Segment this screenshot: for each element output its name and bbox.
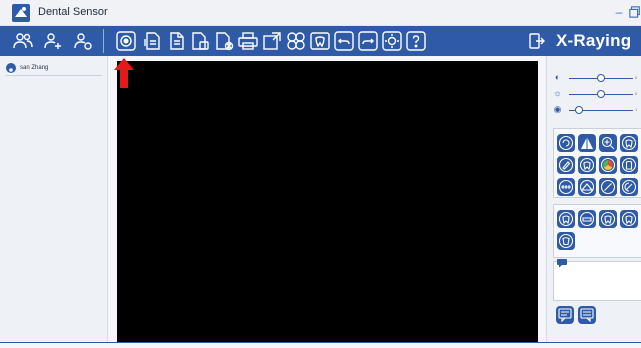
comment-box[interactable] bbox=[553, 259, 641, 301]
tooth-outline-icon[interactable] bbox=[620, 156, 638, 174]
fullscreen-icon[interactable] bbox=[261, 30, 283, 52]
copy-image-icon[interactable] bbox=[189, 30, 211, 52]
gamma-slider[interactable]: ◉ 1 bbox=[553, 105, 639, 115]
contrast-slider[interactable]: ◐ 0 bbox=[553, 73, 639, 83]
minimize-button[interactable]: – bbox=[612, 4, 626, 20]
report-icon[interactable] bbox=[578, 306, 596, 324]
tooth-e-icon[interactable] bbox=[557, 232, 575, 250]
user-icon bbox=[6, 62, 16, 74]
patient-item[interactable]: san Zhang bbox=[6, 62, 102, 76]
annotation-arrow-icon bbox=[114, 58, 134, 88]
print-icon[interactable] bbox=[237, 30, 259, 52]
emboss-icon[interactable] bbox=[578, 178, 596, 196]
brightness-value: 0 bbox=[635, 91, 638, 96]
color-icon[interactable] bbox=[599, 156, 617, 174]
tooth-a-icon[interactable] bbox=[557, 210, 575, 228]
export-icon[interactable] bbox=[165, 30, 187, 52]
window-title: Dental Sensor bbox=[38, 6, 108, 18]
contrast-icon: ◐ bbox=[554, 72, 561, 82]
brightness-slider[interactable]: ☼ 0 bbox=[553, 89, 639, 99]
app-logo-icon bbox=[12, 4, 30, 22]
capture-icon[interactable] bbox=[115, 30, 137, 52]
note-icon[interactable] bbox=[556, 306, 574, 324]
tooth-icon[interactable] bbox=[620, 134, 638, 152]
restore-button[interactable] bbox=[628, 4, 641, 20]
rotate-icon[interactable] bbox=[557, 134, 575, 152]
slider-thumb[interactable] bbox=[597, 74, 605, 82]
exit-icon[interactable] bbox=[528, 32, 546, 50]
tooth-d-icon[interactable] bbox=[620, 210, 638, 228]
tooth-b-icon[interactable] bbox=[578, 210, 596, 228]
negative-icon[interactable] bbox=[620, 178, 638, 196]
patient-panel: san Zhang bbox=[0, 56, 108, 342]
user-group-icon[interactable] bbox=[12, 30, 34, 52]
patient-name: san Zhang bbox=[20, 64, 49, 71]
brightness-icon: ☼ bbox=[553, 88, 562, 98]
delete-image-icon[interactable] bbox=[213, 30, 235, 52]
settings-icon[interactable] bbox=[381, 30, 403, 52]
slider-thumb[interactable] bbox=[575, 106, 583, 114]
status-bar bbox=[0, 342, 641, 348]
toolbar-divider bbox=[103, 29, 104, 53]
contrast-value: 0 bbox=[635, 75, 638, 80]
tooth-tool-grid bbox=[553, 204, 641, 258]
gamma-value: 1 bbox=[635, 107, 638, 112]
comment-icon bbox=[557, 259, 567, 268]
gamma-icon: ◉ bbox=[553, 104, 562, 114]
undo-icon[interactable] bbox=[333, 30, 355, 52]
tooth-chart-icon[interactable] bbox=[309, 30, 331, 52]
brand-name: X-Raying bbox=[556, 31, 632, 50]
slider-thumb[interactable] bbox=[597, 90, 605, 98]
adjustment-panel: ◐ 0 ☼ 0 ◉ 1 bbox=[546, 56, 641, 342]
ruler-icon[interactable] bbox=[557, 178, 575, 196]
layout-icon[interactable] bbox=[285, 30, 307, 52]
import-icon[interactable] bbox=[141, 30, 163, 52]
tooth-c-icon[interactable] bbox=[599, 210, 617, 228]
measure-angle-icon[interactable] bbox=[578, 134, 596, 152]
brand: X-Raying bbox=[528, 29, 631, 53]
image-viewer[interactable] bbox=[117, 61, 538, 344]
help-icon[interactable] bbox=[405, 30, 427, 52]
add-patient-icon[interactable] bbox=[42, 30, 64, 52]
tooth-filter-icon[interactable] bbox=[578, 156, 596, 174]
image-tool-grid bbox=[553, 128, 641, 198]
main-toolbar: X-Raying bbox=[0, 26, 641, 56]
edit-patient-icon[interactable] bbox=[72, 30, 94, 52]
dental-sensor-window: Dental Sensor – X-Raying san Zhang ◐ 0 ☼… bbox=[0, 0, 641, 348]
zoom-icon[interactable] bbox=[599, 134, 617, 152]
redo-icon[interactable] bbox=[357, 30, 379, 52]
pen-icon[interactable] bbox=[557, 156, 575, 174]
line-icon[interactable] bbox=[599, 178, 617, 196]
title-bar: Dental Sensor – bbox=[0, 0, 641, 26]
